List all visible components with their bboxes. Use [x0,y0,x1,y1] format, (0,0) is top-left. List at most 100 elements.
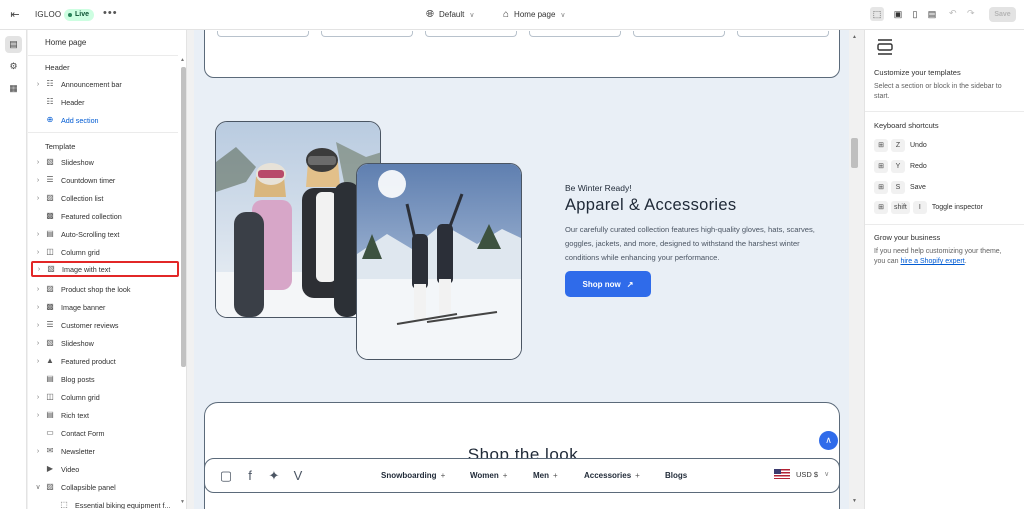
chevron-right-icon[interactable]: › [32,249,44,256]
customize-text: Select a section or block in the sidebar… [874,83,1002,100]
slideshow-icon: ▧ [46,157,54,166]
section-description: Our carefully curated collection feature… [565,225,815,262]
chevron-down-icon: ∨ [560,11,566,19]
live-badge: Live [64,9,95,21]
sidebar-scrollbar[interactable]: ▲ ▼ [179,55,186,509]
section-heading: Apparel & Accessories [565,196,737,214]
nav-accessories[interactable]: Accessories + [584,471,640,480]
blog-icon: ▤ [46,374,54,383]
chevron-right-icon[interactable]: › [33,266,45,273]
template-sections-icon [876,38,894,56]
chevron-right-icon[interactable]: › [32,322,44,329]
chevron-right-icon[interactable]: › [32,358,44,365]
save-button[interactable]: Save [989,7,1016,22]
hire-expert-link[interactable]: hire a Shopify expert [900,258,964,265]
page-selector[interactable]: ⌂ Home page ∨ [503,9,566,20]
chevron-right-icon[interactable]: › [32,286,44,293]
scrollbar-thumb[interactable] [851,138,858,168]
chevron-right-icon[interactable]: › [32,340,44,347]
vimeo-icon[interactable]: V [289,467,307,485]
shortcut-toggle-inspector: ⊞ shift I Toggle inspector [874,200,983,214]
sidebar-item-blog-posts[interactable]: ▤ Blog posts [32,371,178,387]
chevron-right-icon[interactable]: › [32,195,44,202]
instagram-icon[interactable]: ▢ [217,467,235,485]
store-name: IGLOO [35,10,62,19]
scroll-up-icon[interactable]: ▲ [852,34,857,40]
sidebar-item-video[interactable]: ▶ Video [32,461,178,477]
scrollbar-thumb[interactable] [181,67,186,367]
text-icon: ▤ [46,229,54,238]
sidebar-item-image-banner[interactable]: › ▩ Image banner [32,299,178,315]
product-icon: ▨ [46,284,54,293]
sidebar-item-slideshow[interactable]: › ▧ Slideshow [32,154,178,170]
exit-icon[interactable]: ⇤ [8,8,22,22]
fullscreen-view-icon[interactable]: ▤ [925,7,939,21]
facebook-icon[interactable]: f [241,467,259,485]
sidebar-item-column-grid-2[interactable]: › ◫ Column grid [32,389,178,405]
scroll-down-icon[interactable]: ▼ [180,499,185,505]
nav-men[interactable]: Men + [533,471,558,480]
mobile-view-icon[interactable]: ▯ [908,7,922,21]
chevron-right-icon[interactable]: › [32,448,44,455]
chevron-down-icon[interactable]: ∨ [32,483,44,491]
sidebar-item-customer-reviews[interactable]: › ☰ Customer reviews [32,317,178,333]
nav-blogs[interactable]: Blogs [665,471,687,480]
scroll-down-icon[interactable]: ▼ [852,498,857,504]
contact-form-icon: ▭ [46,428,54,437]
chevron-right-icon[interactable]: › [32,231,44,238]
inspector-toggle-icon[interactable]: ⬚ [870,7,884,21]
video-icon: ▶ [46,464,54,473]
sections-icon[interactable]: ▤ [5,36,22,53]
template-group-label: Template [45,142,76,151]
rich-text-icon: ▤ [46,410,54,419]
sidebar-item-featured-product[interactable]: › ▲ Featured product [32,353,178,369]
reviews-icon: ☰ [46,320,54,329]
chevron-right-icon[interactable]: › [32,81,44,88]
desktop-view-icon[interactable]: ▣ [891,7,905,21]
add-section-button[interactable]: ⊕ Add section [32,112,178,128]
nav-women[interactable]: Women + [470,471,507,480]
chevron-right-icon[interactable]: › [32,159,44,166]
sidebar-item-auto-scrolling-text[interactable]: › ▤ Auto-Scrolling text [32,226,178,242]
chevron-right-icon[interactable]: › [32,304,44,311]
sidebar-item-newsletter[interactable]: › ✉ Newsletter [32,443,178,459]
settings-gear-icon[interactable]: ⚙ [5,58,22,75]
more-actions-button[interactable]: ••• [103,7,118,19]
nav-snowboarding[interactable]: Snowboarding + [381,471,445,480]
sidebar-item-countdown-timer[interactable]: › ☰ Countdown timer [32,172,178,188]
sidebar-item-contact-form[interactable]: ▭ Contact Form [32,425,178,441]
sidebar-item-product-shop-the-look[interactable]: › ▨ Product shop the look [32,281,178,297]
sidebar-item-announcement-bar[interactable]: › ☷ Announcement bar [32,76,178,92]
command-key-icon: ⊞ [874,138,888,152]
shortcut-undo: ⊞ Z Undo [874,138,927,152]
sidebar-item-column-grid[interactable]: › ◫ Column grid [32,244,178,260]
sidebar-item-label: Add section [61,115,99,125]
preview-scrollbar[interactable]: ▲ ▼ [850,30,860,509]
sidebar-item-essential-biking[interactable]: ⬚ Essential biking equipment f... [58,497,176,509]
redo-icon[interactable]: ↷ [967,8,975,19]
divider [865,111,1024,112]
theme-selector[interactable]: 🌐︎ Default ∨ [426,9,474,20]
chevron-right-icon[interactable]: › [32,412,44,419]
right-panel: Customize your templates Select a sectio… [864,30,1024,509]
currency-selector[interactable]: USD $ ∨ [774,469,829,479]
sidebar-item-rich-text[interactable]: › ▤ Rich text [32,407,178,423]
sidebar-item-label: Countdown timer [61,175,116,185]
apps-icon[interactable]: ▦ [5,80,22,97]
sidebar-item-collapsible-panel[interactable]: ∨ ▨ Collapsible panel [32,479,178,495]
key-shift: shift [891,200,910,214]
sidebar-item-image-with-text[interactable]: › ▧ Image with text [31,261,179,277]
us-flag-icon [774,469,790,479]
twitter-icon[interactable]: ✦ [265,467,283,485]
page-label: Home page [514,10,556,19]
chevron-right-icon[interactable]: › [32,177,44,184]
scroll-to-top-icon[interactable]: ∧ [819,431,838,450]
sidebar-item-featured-collection[interactable]: ▩ Featured collection [32,208,178,224]
sidebar-item-collection-list[interactable]: › ▨ Collection list [32,190,178,206]
scroll-up-icon[interactable]: ▲ [180,57,185,63]
chevron-right-icon[interactable]: › [32,394,44,401]
shop-now-button[interactable]: Shop now ↗ [565,271,651,297]
sidebar-item-slideshow-2[interactable]: › ▧ Slideshow [32,335,178,351]
undo-icon[interactable]: ↶ [949,8,957,19]
sidebar-item-header[interactable]: ☷ Header [32,94,178,110]
